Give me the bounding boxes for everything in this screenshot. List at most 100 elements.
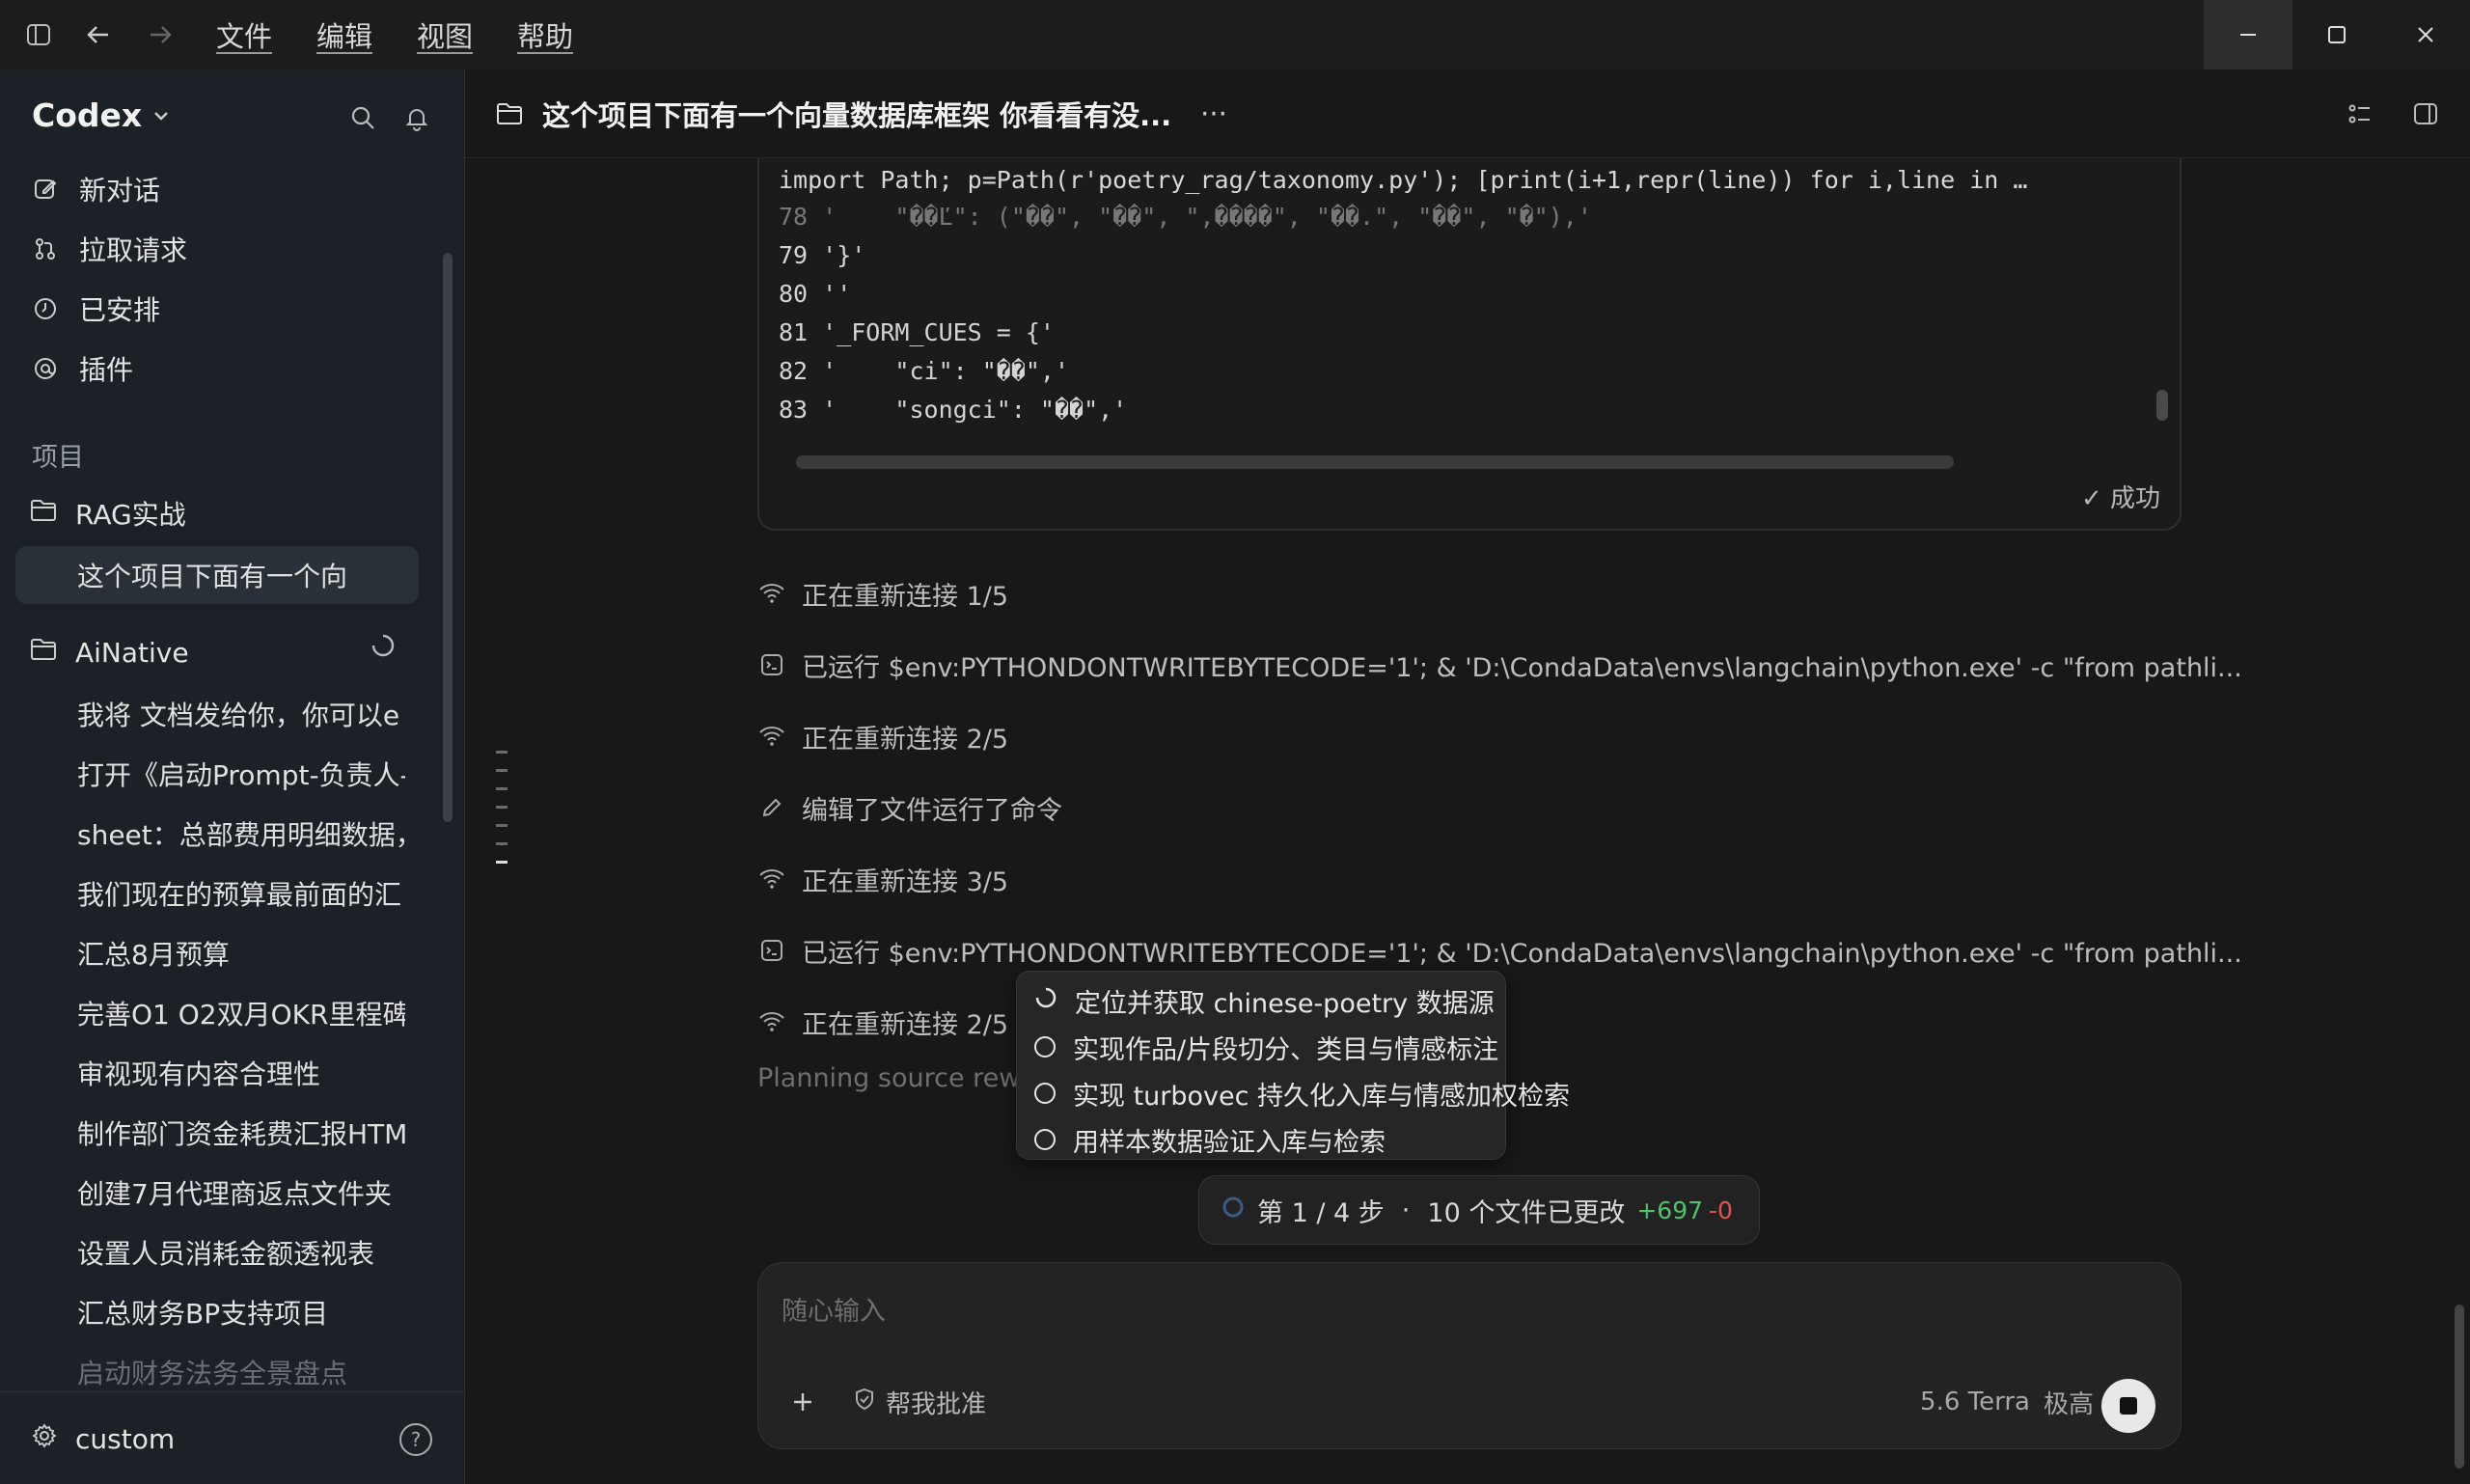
task-list-icon[interactable] xyxy=(2341,95,2379,133)
files-changed: 10 个文件已更改 xyxy=(1427,1197,1626,1228)
nav-plugins[interactable]: 插件 xyxy=(29,342,133,396)
loading-spinner-icon xyxy=(370,633,396,658)
pending-circle-icon xyxy=(1034,1083,1056,1104)
separator-dot: · xyxy=(1401,1195,1411,1225)
stop-icon xyxy=(2120,1397,2137,1415)
brand-switcher[interactable]: Codex xyxy=(32,96,171,134)
title-bar: 文件 编辑 视图 帮助 xyxy=(0,0,2470,69)
help-icon[interactable]: ? xyxy=(399,1423,432,1456)
thread-item[interactable]: 我们现在的预算最前面的汇 xyxy=(77,866,405,921)
plan-step: 用样本数据验证入库与检索 xyxy=(1034,1118,1386,1161)
activity-reconnect: 正在重新连接 1/5 xyxy=(757,569,1008,618)
clock-icon xyxy=(29,292,62,325)
sidebar-scrollbar[interactable] xyxy=(443,253,453,822)
stop-button[interactable] xyxy=(2101,1379,2155,1433)
horizontal-scrollbar[interactable] xyxy=(796,455,1954,469)
gear-icon xyxy=(31,1422,58,1456)
code-line: 82 ' "ci": "��",' xyxy=(779,357,1070,385)
folder-icon xyxy=(29,637,58,669)
panel-toggle-icon[interactable] xyxy=(2406,95,2445,133)
activity-command-run[interactable]: 已运行 $env:PYTHONDONTWRITEBYTECODE='1'; & … xyxy=(757,926,2242,975)
code-line: 80 '' xyxy=(779,280,852,308)
sidebar: Codex 新对话 拉取请求 已安排 插件 项目 RAG实战 这个项目下面有一个… xyxy=(0,69,465,1484)
shield-icon xyxy=(853,1387,876,1418)
pending-circle-icon xyxy=(1034,1129,1056,1150)
pending-circle-icon xyxy=(1034,1036,1056,1058)
thread-item-active[interactable]: 这个项目下面有一个向 xyxy=(77,548,367,602)
activity-reconnect: 正在重新连接 2/5 xyxy=(757,712,1008,760)
sidebar-footer: custom ? xyxy=(0,1391,465,1484)
chevron-down-icon xyxy=(154,111,169,121)
main-scrollbar[interactable] xyxy=(2455,1305,2464,1469)
edit-icon xyxy=(29,173,62,206)
minimize-button[interactable] xyxy=(2204,0,2292,69)
approval-mode-button[interactable]: 帮我批准 xyxy=(853,1383,986,1421)
composer[interactable]: 随心输入 帮我批准 5.6 Terra 极高 xyxy=(757,1262,2182,1449)
project-folder-rag[interactable]: RAG实战 xyxy=(29,486,186,540)
wifi-icon xyxy=(757,1007,786,1036)
command-output-block: import Path; p=Path(r'poetry_rag/taxonom… xyxy=(757,158,2182,531)
thread-item[interactable]: 打开《启动Prompt-负责人- xyxy=(77,747,405,801)
plugin-icon xyxy=(29,352,62,385)
model-name: 5.6 Terra xyxy=(1920,1388,2030,1416)
thread-item[interactable]: 制作部门资金耗费汇报HTM xyxy=(77,1106,405,1160)
step-counter: 第 1 / 4 步 xyxy=(1257,1197,1385,1228)
project-folder-ainative[interactable]: AiNative xyxy=(29,625,189,679)
activity-edited-files[interactable]: 编辑了文件运行了命令 xyxy=(757,783,1062,832)
brand-name: Codex xyxy=(32,96,143,134)
progress-status-pill[interactable]: 第 1 / 4 步 · 10 个文件已更改 +697 -0 xyxy=(1198,1175,1760,1245)
timeline-ticks xyxy=(496,751,511,879)
lines-added: +697 xyxy=(1636,1195,1704,1224)
plan-step: 实现作品/片段切分、类目与情感标注 xyxy=(1034,1026,1498,1068)
thread-item[interactable]: 汇总财务BP支持项目 xyxy=(77,1285,405,1339)
nav-scheduled[interactable]: 已安排 xyxy=(29,282,160,336)
wifi-icon xyxy=(757,722,786,751)
settings-button[interactable]: custom xyxy=(31,1412,175,1466)
vertical-scrollbar[interactable] xyxy=(2156,390,2168,421)
menu-file[interactable]: 文件 xyxy=(216,0,272,69)
thread-item[interactable]: 审视现有内容合理性 xyxy=(77,1046,405,1100)
plus-icon[interactable] xyxy=(783,1383,822,1421)
thread-item[interactable]: 创建7月代理商返点文件夹 xyxy=(77,1166,405,1220)
more-options-button[interactable]: ··· xyxy=(1200,97,1227,130)
menu-edit[interactable]: 编辑 xyxy=(316,0,372,69)
main-panel: 这个项目下面有一个向量数据库框架 你看看有没... ··· import Pat… xyxy=(465,69,2470,1484)
code-line: 81 '_FORM_CUES = {' xyxy=(779,318,1055,346)
plan-step: 定位并获取 chinese-poetry 数据源 xyxy=(1034,979,1495,1022)
bell-icon[interactable] xyxy=(398,98,436,137)
maximize-button[interactable] xyxy=(2292,0,2381,69)
folder-icon xyxy=(29,498,58,530)
folder-icon xyxy=(490,95,529,133)
spinner-icon xyxy=(1034,986,1057,1016)
thread-item[interactable]: 汇总8月预算 xyxy=(77,926,405,980)
search-icon[interactable] xyxy=(343,98,382,137)
back-arrow-icon[interactable] xyxy=(79,15,118,54)
success-status: ✓ 成功 xyxy=(2080,484,2160,513)
sidebar-toggle-icon[interactable] xyxy=(19,15,58,54)
terminal-icon xyxy=(757,650,786,679)
progress-ring-icon xyxy=(1221,1195,1246,1226)
close-button[interactable] xyxy=(2381,0,2470,69)
code-line: 83 ' "songci": "��",' xyxy=(779,396,1128,424)
lines-removed: -0 xyxy=(1709,1195,1733,1224)
model-selector[interactable]: 5.6 Terra 极高 xyxy=(1920,1383,2094,1421)
projects-label: 项目 xyxy=(32,443,84,473)
thread-item[interactable]: sheet：总部费用明细数据， xyxy=(77,807,405,861)
thread-header: 这个项目下面有一个向量数据库框架 你看看有没... ··· xyxy=(465,69,2470,158)
code-line: 79 '}' xyxy=(779,241,866,269)
message-input[interactable]: 随心输入 xyxy=(782,1290,886,1328)
thread-item[interactable]: 我将 文档发给你，你可以e xyxy=(77,687,405,741)
nav-pull-requests[interactable]: 拉取请求 xyxy=(29,222,187,276)
thread-item[interactable]: 设置人员消耗金额透视表 xyxy=(77,1225,405,1279)
menu-help[interactable]: 帮助 xyxy=(517,0,573,69)
activity-command-run[interactable]: 已运行 $env:PYTHONDONTWRITEBYTECODE='1'; & … xyxy=(757,641,2242,689)
nav-new-chat[interactable]: 新对话 xyxy=(29,162,160,216)
thread-item[interactable]: 完善O1 O2双月OKR里程碑 xyxy=(77,986,405,1040)
planning-status-text: Planning source rewri xyxy=(757,1063,1038,1093)
menu-view[interactable]: 视图 xyxy=(417,0,473,69)
plan-step: 实现 turbovec 持久化入库与情感加权检索 xyxy=(1034,1072,1570,1114)
activity-reconnect: 正在重新连接 3/5 xyxy=(757,855,1008,903)
terminal-icon xyxy=(757,936,786,965)
code-line: 78 ' "��Ľ": ("��", "��", ",����", "��.",… xyxy=(779,203,1592,231)
forward-arrow-icon[interactable] xyxy=(141,15,179,54)
